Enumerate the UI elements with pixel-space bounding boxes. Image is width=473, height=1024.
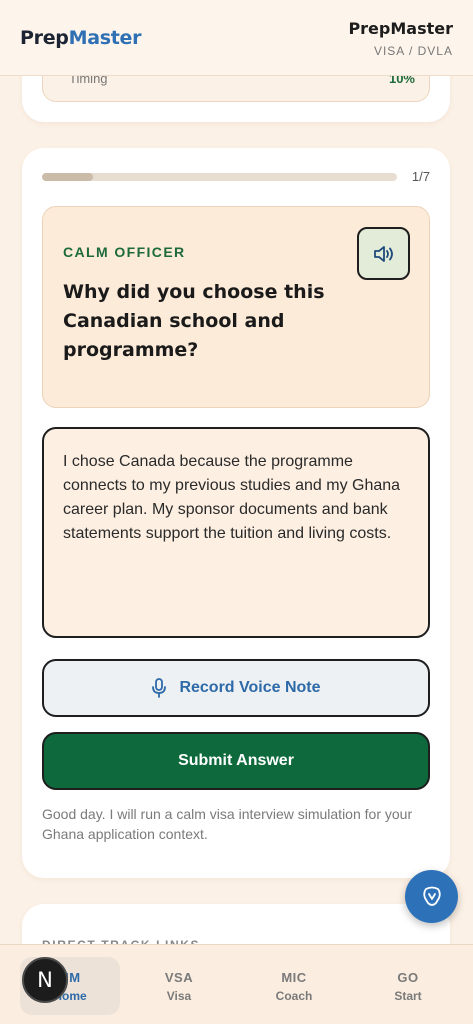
answer-textarea[interactable]: I chose Canada because the programme con…: [42, 427, 430, 638]
speaker-icon: [373, 245, 393, 262]
chat-coach-icon: [422, 886, 441, 906]
submit-answer-button[interactable]: Submit Answer: [42, 732, 430, 790]
progress-count: 1/7: [411, 169, 430, 184]
header-subtitle: VISA / DVLA: [373, 44, 453, 58]
interview-card: 1/7 CALM OFFICER Why did you choose this…: [22, 148, 450, 878]
record-voice-note-label: Record Voice Note: [179, 679, 321, 696]
brand-logo-part1: Prep: [20, 27, 69, 49]
nav-item-visa[interactable]: VSA Visa: [129, 957, 229, 1015]
microphone-icon: [152, 678, 167, 698]
brand-logo[interactable]: PrepMaster: [20, 27, 141, 49]
nav-item-code: MIC: [281, 970, 307, 985]
bottom-nav: HM Home VSA Visa MIC Coach GO Start: [0, 944, 473, 1024]
officer-label: CALM OFFICER: [63, 244, 186, 260]
coach-fab-button[interactable]: [405, 870, 458, 923]
nav-item-label: Visa: [166, 989, 192, 1003]
n-overlay-badge[interactable]: N: [22, 957, 68, 1003]
nav-item-label: Coach: [275, 989, 313, 1003]
nav-item-coach[interactable]: MIC Coach: [244, 957, 344, 1015]
app-header: PrepMaster PrepMaster VISA / DVLA: [0, 0, 473, 76]
play-question-button[interactable]: [357, 227, 410, 280]
brand-logo-part2: Master: [68, 27, 142, 49]
record-voice-note-button[interactable]: Record Voice Note: [42, 659, 430, 717]
header-right: PrepMaster VISA / DVLA: [348, 19, 453, 58]
officer-intro-text: Good day. I will run a calm visa intervi…: [42, 806, 413, 842]
nav-item-start[interactable]: GO Start: [358, 957, 458, 1015]
header-title: PrepMaster: [348, 19, 453, 38]
nav-item-label: Start: [394, 989, 422, 1003]
submit-answer-label: Submit Answer: [178, 752, 294, 769]
nav-item-code: GO: [397, 970, 419, 985]
question-text: Why did you choose this Canadian school …: [63, 281, 325, 361]
progress-bar-fill: [42, 173, 93, 181]
progress-bar: [42, 173, 397, 181]
question-panel: CALM OFFICER Why did you choose this Can…: [42, 206, 430, 408]
nav-item-code: VSA: [164, 970, 194, 985]
